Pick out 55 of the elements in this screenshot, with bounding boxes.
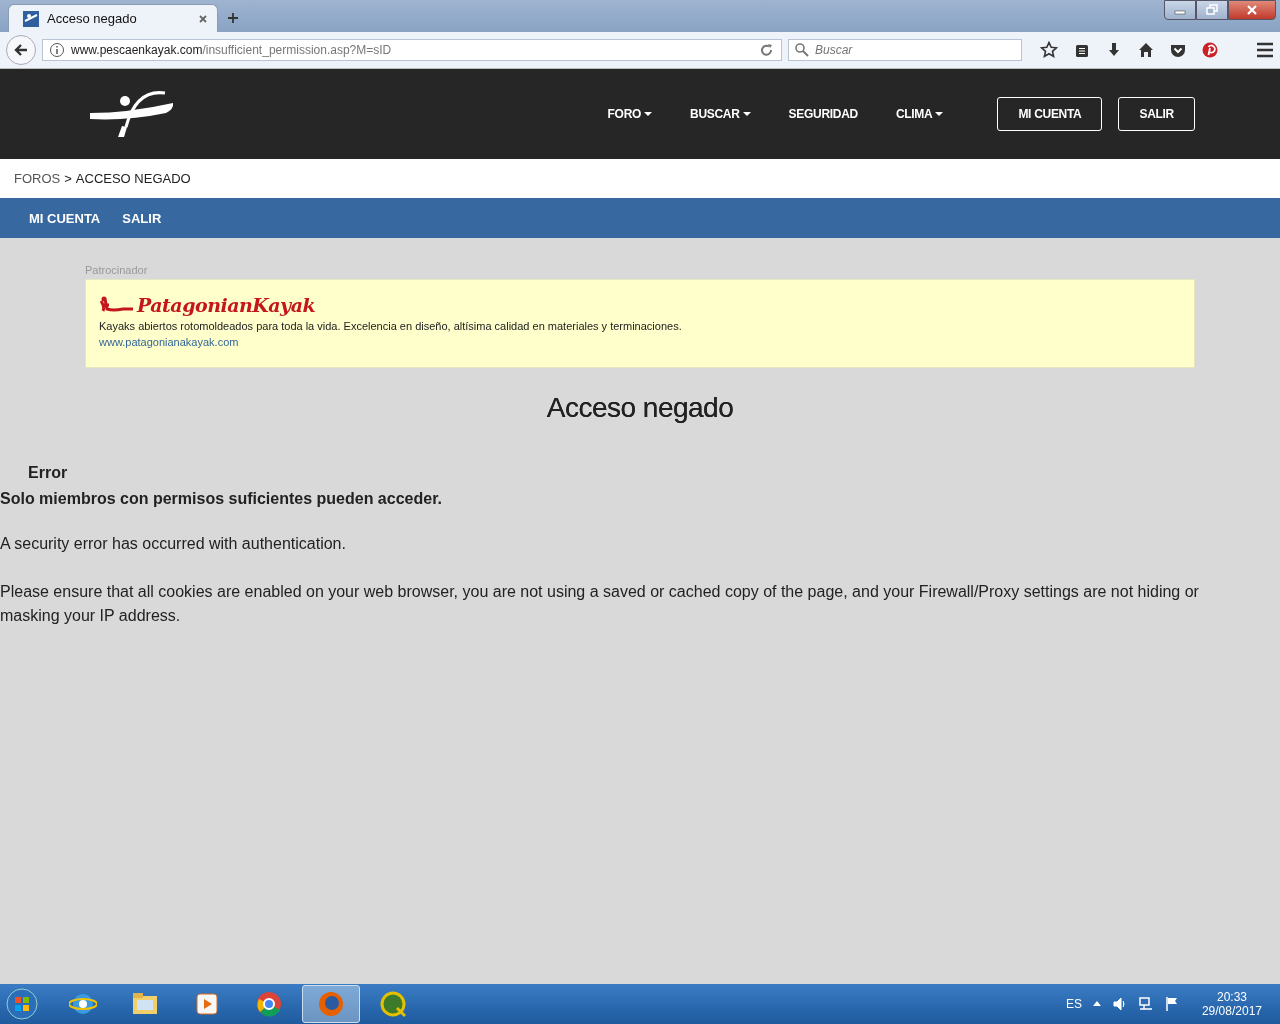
taskbar-app[interactable] xyxy=(302,985,360,1023)
subnav-link[interactable]: SALIR xyxy=(122,210,162,226)
sponsor-text: Kayaks abiertos rotomoldeados para toda la vida. Excelencia en diseño, altísima calidad en materiales y terminaciones. xyxy=(99,320,683,332)
nav-link[interactable]: CLIMA xyxy=(895,107,944,121)
close-icon xyxy=(1246,4,1258,16)
brand-name: PatagonianKayak xyxy=(137,294,316,316)
search-icon xyxy=(794,42,810,58)
error-heading: Error xyxy=(28,464,69,482)
language-indicator[interactable]: ES xyxy=(1065,997,1082,1011)
pocket-icon xyxy=(1170,42,1186,58)
restore-icon xyxy=(1206,4,1218,16)
close-icon xyxy=(197,12,209,25)
download-icon xyxy=(1106,42,1122,58)
info-icon xyxy=(49,42,65,58)
page-title: Acceso negado xyxy=(545,392,735,424)
breadcrumb-current: ACCESO NEGADO xyxy=(75,171,191,186)
network-icon xyxy=(1137,996,1154,1012)
minimize-button[interactable] xyxy=(1164,0,1196,20)
star-icon xyxy=(1040,41,1058,59)
kayak-flag-icon xyxy=(23,10,39,27)
reload-icon xyxy=(759,42,775,58)
ring-icon xyxy=(255,990,283,1018)
nav-link[interactable]: SEGURIDAD xyxy=(788,107,858,121)
header-button[interactable]: SALIR xyxy=(1118,97,1195,131)
close-window-button[interactable] xyxy=(1228,0,1276,20)
flag-icon xyxy=(1163,996,1180,1012)
back-button[interactable] xyxy=(6,35,36,65)
error-paragraph: A security error has occurred with authentication. xyxy=(0,534,347,554)
breadcrumb-link[interactable]: FOROS xyxy=(14,171,61,186)
header-button[interactable]: MI CUENTA xyxy=(997,97,1103,131)
clock-date: 29/08/2017 xyxy=(1201,1004,1262,1018)
back-arrow-icon xyxy=(13,42,29,58)
kayak-logo-icon xyxy=(88,89,174,139)
speaker-icon xyxy=(1111,996,1128,1012)
sponsor-link[interactable]: www.patagonianakayak.com xyxy=(99,336,1181,348)
breadcrumb-separator: > xyxy=(64,171,72,186)
home-icon xyxy=(1138,42,1154,58)
nav-link[interactable]: BUSCAR xyxy=(690,107,751,121)
play-icon xyxy=(193,990,221,1018)
browser-tab[interactable]: Acceso negado xyxy=(8,4,218,32)
plus-icon xyxy=(227,12,239,24)
clipboard-list-icon xyxy=(1074,42,1090,58)
error-paragraph: Please ensure that all cookies are enabled on your web browser, you are not using a saved or cached copy of the page, and your Firewall/Proxy settings are not hiding or masking your IP address. xyxy=(0,582,1200,626)
clock-time: 20:33 xyxy=(1216,990,1247,1004)
sponsor-label: Patrocinador xyxy=(85,264,149,276)
pin-p-icon xyxy=(1202,42,1218,58)
error-message: Solo miembros con permisos suficientes pueden acceder. xyxy=(0,490,443,508)
window-logo-icon xyxy=(6,988,38,1020)
subnav-link[interactable]: MI CUENTA xyxy=(29,210,101,226)
search-field[interactable]: Buscar xyxy=(788,39,1022,61)
restore-button[interactable] xyxy=(1196,0,1228,20)
nav-link[interactable]: FORO xyxy=(607,107,653,121)
up-caret-icon xyxy=(1091,999,1102,1009)
menu-icon xyxy=(1256,41,1274,59)
address-bar[interactable]: www.pescaenkayak.com/insufficient_permission.asp?M=sID xyxy=(42,39,782,61)
